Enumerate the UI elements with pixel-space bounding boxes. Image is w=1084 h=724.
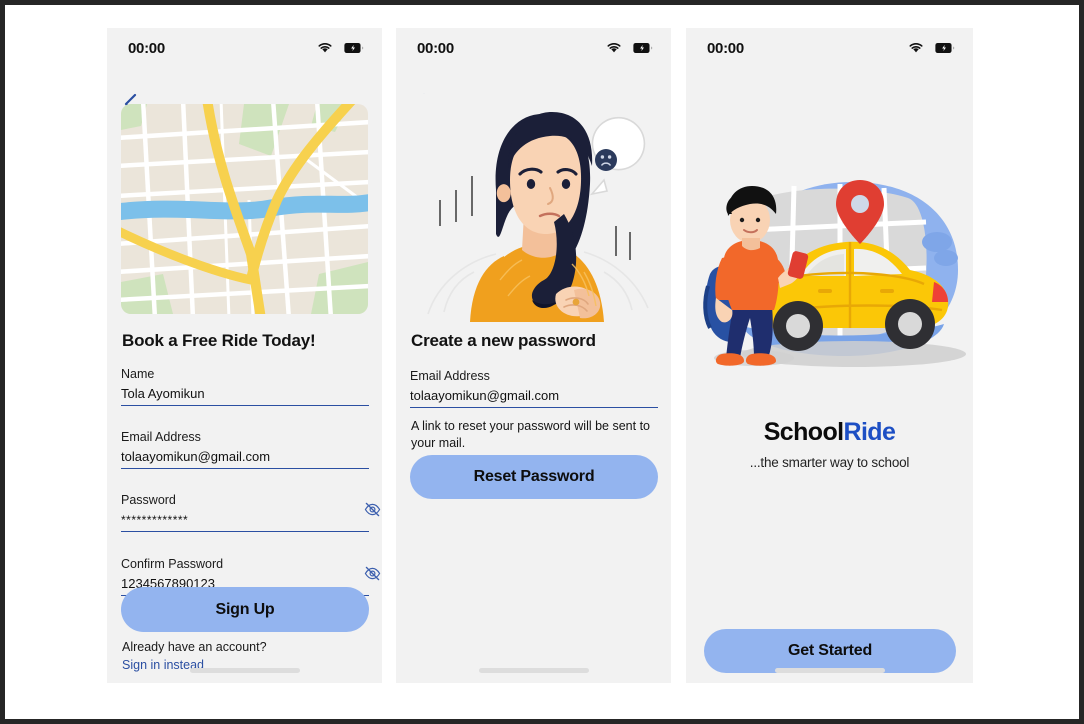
field-label: Email Address [410, 369, 490, 383]
worried-woman-illustration [404, 94, 666, 322]
field-label: Email Address [121, 430, 201, 444]
home-indicator [774, 668, 885, 673]
battery-charging-icon [633, 42, 653, 53]
field-label: Name [121, 367, 155, 381]
name-input[interactable]: Tola Ayomikun [121, 385, 369, 406]
field-value: ************* [121, 513, 189, 527]
wifi-icon [318, 43, 332, 53]
status-icon-group [606, 41, 653, 54]
wifi-icon [909, 43, 923, 53]
status-icon-group [317, 41, 364, 54]
page-title: Create a new password [411, 331, 596, 350]
status-icon-group [908, 41, 955, 54]
field-value: Tola Ayomikun [121, 386, 205, 401]
eye-off-icon[interactable] [364, 501, 381, 518]
brand-name-school: School [763, 418, 844, 446]
brand-name: SchoolRide [764, 418, 896, 446]
already-account-text: Already have an account? [122, 640, 267, 654]
battery-charging-icon [344, 42, 364, 53]
page-title: Book a Free Ride Today! [122, 331, 316, 350]
status-bar: 00:00 [396, 28, 671, 68]
student-car-map-illustration [694, 158, 969, 383]
home-indicator [189, 668, 300, 673]
home-indicator [478, 668, 589, 673]
field-value: tolaayomikun@gmail.com [410, 388, 560, 403]
reset-helper-text: A link to reset your password will be se… [411, 419, 651, 450]
map-illustration [121, 104, 368, 314]
password-input[interactable]: ************* [121, 511, 369, 532]
email-input[interactable]: tolaayomikun@gmail.com [410, 387, 658, 408]
brand-block: SchoolRide ...the smarter way to school [686, 418, 973, 470]
field-name: Name Tola Ayomikun [121, 366, 369, 406]
field-label: Password [121, 493, 176, 507]
brand-name-ride: Ride [843, 418, 896, 446]
field-email: Email Address tolaayomikun@gmail.com [410, 368, 658, 408]
email-input[interactable]: tolaayomikun@gmail.com [121, 448, 369, 469]
field-value: tolaayomikun@gmail.com [121, 449, 271, 464]
get-started-button[interactable]: Get Started [704, 629, 956, 673]
status-time: 00:00 [707, 40, 744, 57]
page-frame: 00:00 Book a Free Ride Today! Name Tola … [0, 0, 1084, 724]
status-time: 00:00 [417, 40, 454, 57]
status-time: 00:00 [128, 40, 165, 57]
status-bar: 00:00 [686, 28, 973, 68]
battery-charging-icon [935, 42, 955, 53]
field-label: Confirm Password [121, 557, 224, 571]
eye-off-icon[interactable] [364, 565, 381, 582]
screen-sign-up: 00:00 Book a Free Ride Today! Name Tola … [107, 28, 382, 683]
status-bar: 00:00 [107, 28, 382, 68]
reset-password-button[interactable]: Reset Password [410, 455, 658, 499]
screen-onboarding: 00:00 SchoolRide ...the smarter way to s… [686, 28, 973, 683]
screen-create-new-password: 00:00 Create a new password Email Addres… [396, 28, 671, 683]
canvas: 00:00 Book a Free Ride Today! Name Tola … [5, 5, 1079, 719]
wifi-icon [607, 43, 621, 53]
field-password: Password ************* [121, 492, 381, 532]
sign-up-button[interactable]: Sign Up [121, 587, 369, 632]
brand-tagline: ...the smarter way to school [749, 455, 910, 470]
field-email: Email Address tolaayomikun@gmail.com [121, 429, 369, 469]
